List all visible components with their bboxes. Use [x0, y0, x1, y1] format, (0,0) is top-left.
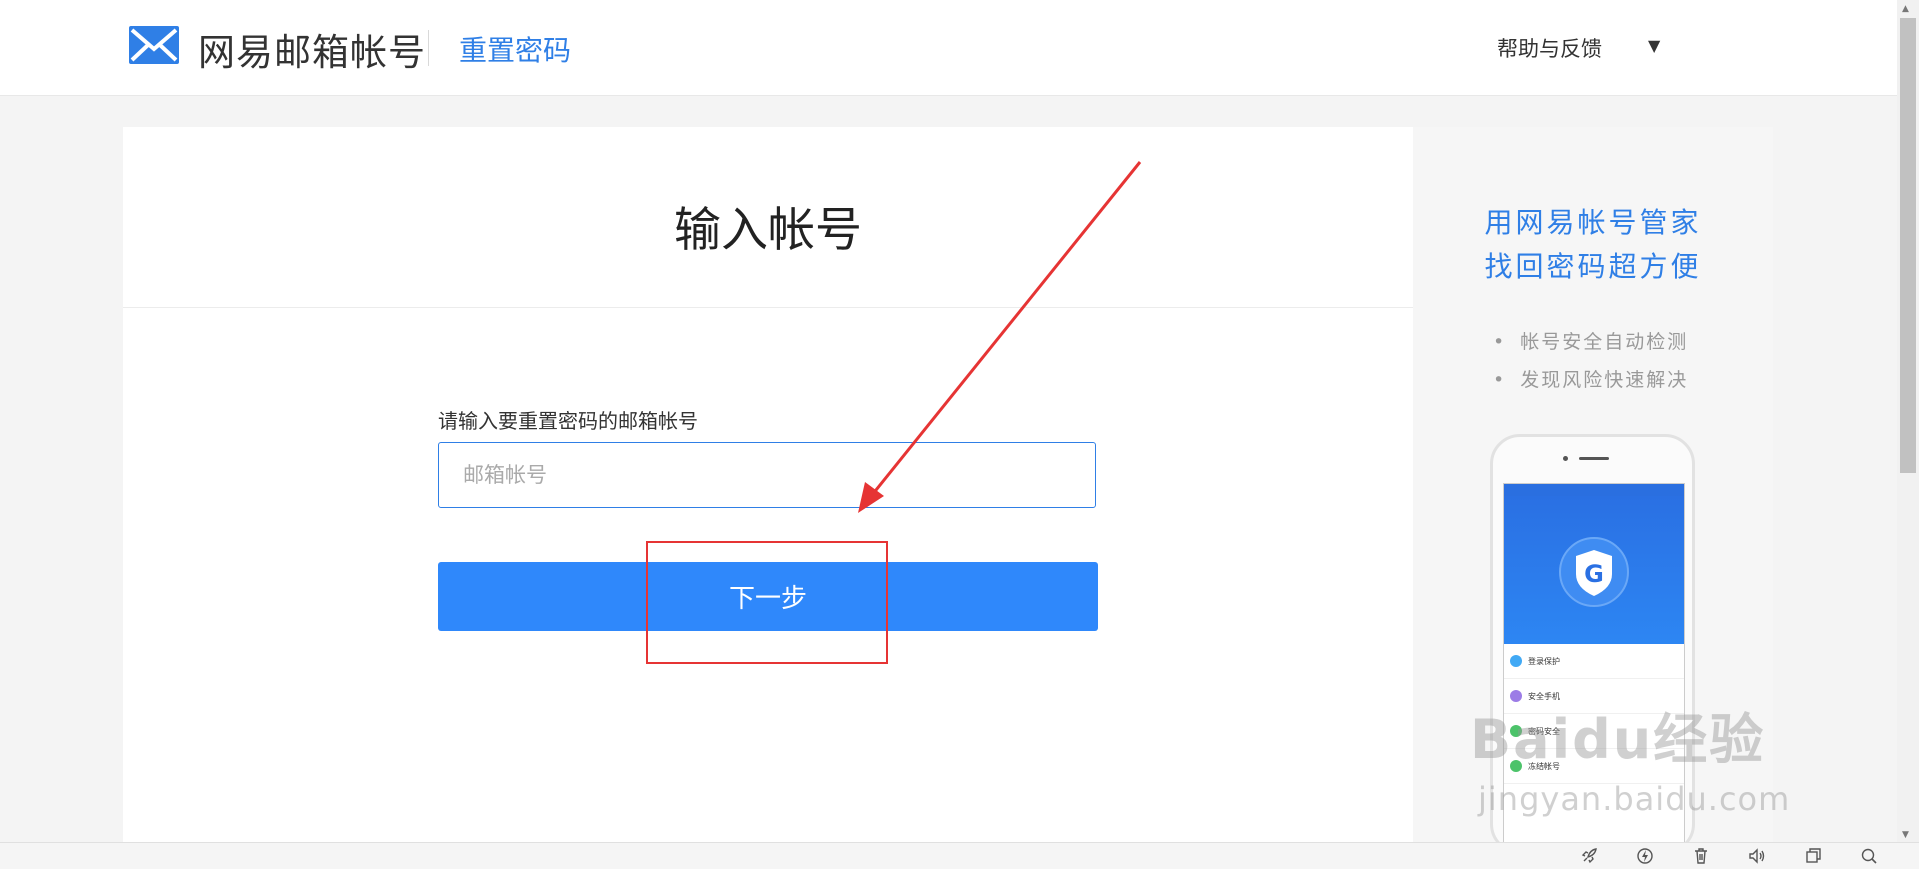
title-divider	[123, 307, 1413, 308]
promo-title-line2: 找回密码超方便	[1484, 250, 1702, 283]
speed-icon[interactable]	[1636, 847, 1654, 865]
search-icon[interactable]	[1860, 847, 1878, 865]
promo-bullets: 帐号安全自动检测 发现风险快速解决	[1493, 323, 1688, 399]
page-title: 输入帐号	[674, 203, 862, 258]
shield-icon: G	[1559, 537, 1629, 607]
rocket-icon[interactable]	[1580, 847, 1598, 865]
browser-bottom-toolbar	[0, 842, 1919, 869]
scroll-down-arrow-icon[interactable]: ▼	[1902, 830, 1909, 840]
volume-icon[interactable]	[1748, 847, 1766, 865]
promo-bullet: 发现风险快速解决	[1493, 361, 1688, 399]
phone-list-item: 登录保护	[1504, 644, 1684, 679]
login-protect-icon	[1510, 655, 1522, 667]
promo-title: 用网易帐号管家 找回密码超方便	[1413, 201, 1773, 289]
page-subtitle: 重置密码	[459, 34, 572, 67]
trash-icon[interactable]	[1692, 847, 1710, 865]
phone-status-bar	[1504, 484, 1684, 496]
scrollbar-thumb[interactable]	[1900, 18, 1916, 473]
phone-camera	[1563, 456, 1568, 461]
watermark-url: jingyan.baidu.com	[1478, 780, 1791, 818]
promo-title-line1: 用网易帐号管家	[1484, 206, 1702, 239]
reset-card: 输入帐号 请输入要重置密码的邮箱帐号 下一步	[123, 127, 1413, 842]
svg-text:G: G	[1584, 560, 1604, 588]
brand-name: 网易邮箱帐号	[198, 31, 426, 74]
annotation-arrow	[858, 161, 1142, 513]
header-divider	[428, 30, 429, 66]
top-header: 网易邮箱帐号 重置密码 帮助与反馈 ▼	[0, 0, 1897, 96]
vertical-scrollbar[interactable]: ▲ ▼	[1897, 0, 1919, 842]
caret-down-icon[interactable]: ▼	[1648, 36, 1660, 55]
watermark-logo: Baidu经验	[1470, 708, 1766, 771]
phone-hero: G	[1504, 496, 1684, 644]
help-feedback-link[interactable]: 帮助与反馈	[1497, 33, 1602, 63]
phone-speaker	[1579, 457, 1609, 460]
window-icon[interactable]	[1804, 847, 1822, 865]
mail-logo-icon	[129, 26, 179, 64]
account-field-label: 请输入要重置密码的邮箱帐号	[438, 409, 698, 433]
annotation-highlight-box	[646, 541, 888, 664]
promo-bullet: 帐号安全自动检测	[1493, 323, 1688, 361]
scroll-up-arrow-icon[interactable]: ▲	[1902, 4, 1909, 14]
